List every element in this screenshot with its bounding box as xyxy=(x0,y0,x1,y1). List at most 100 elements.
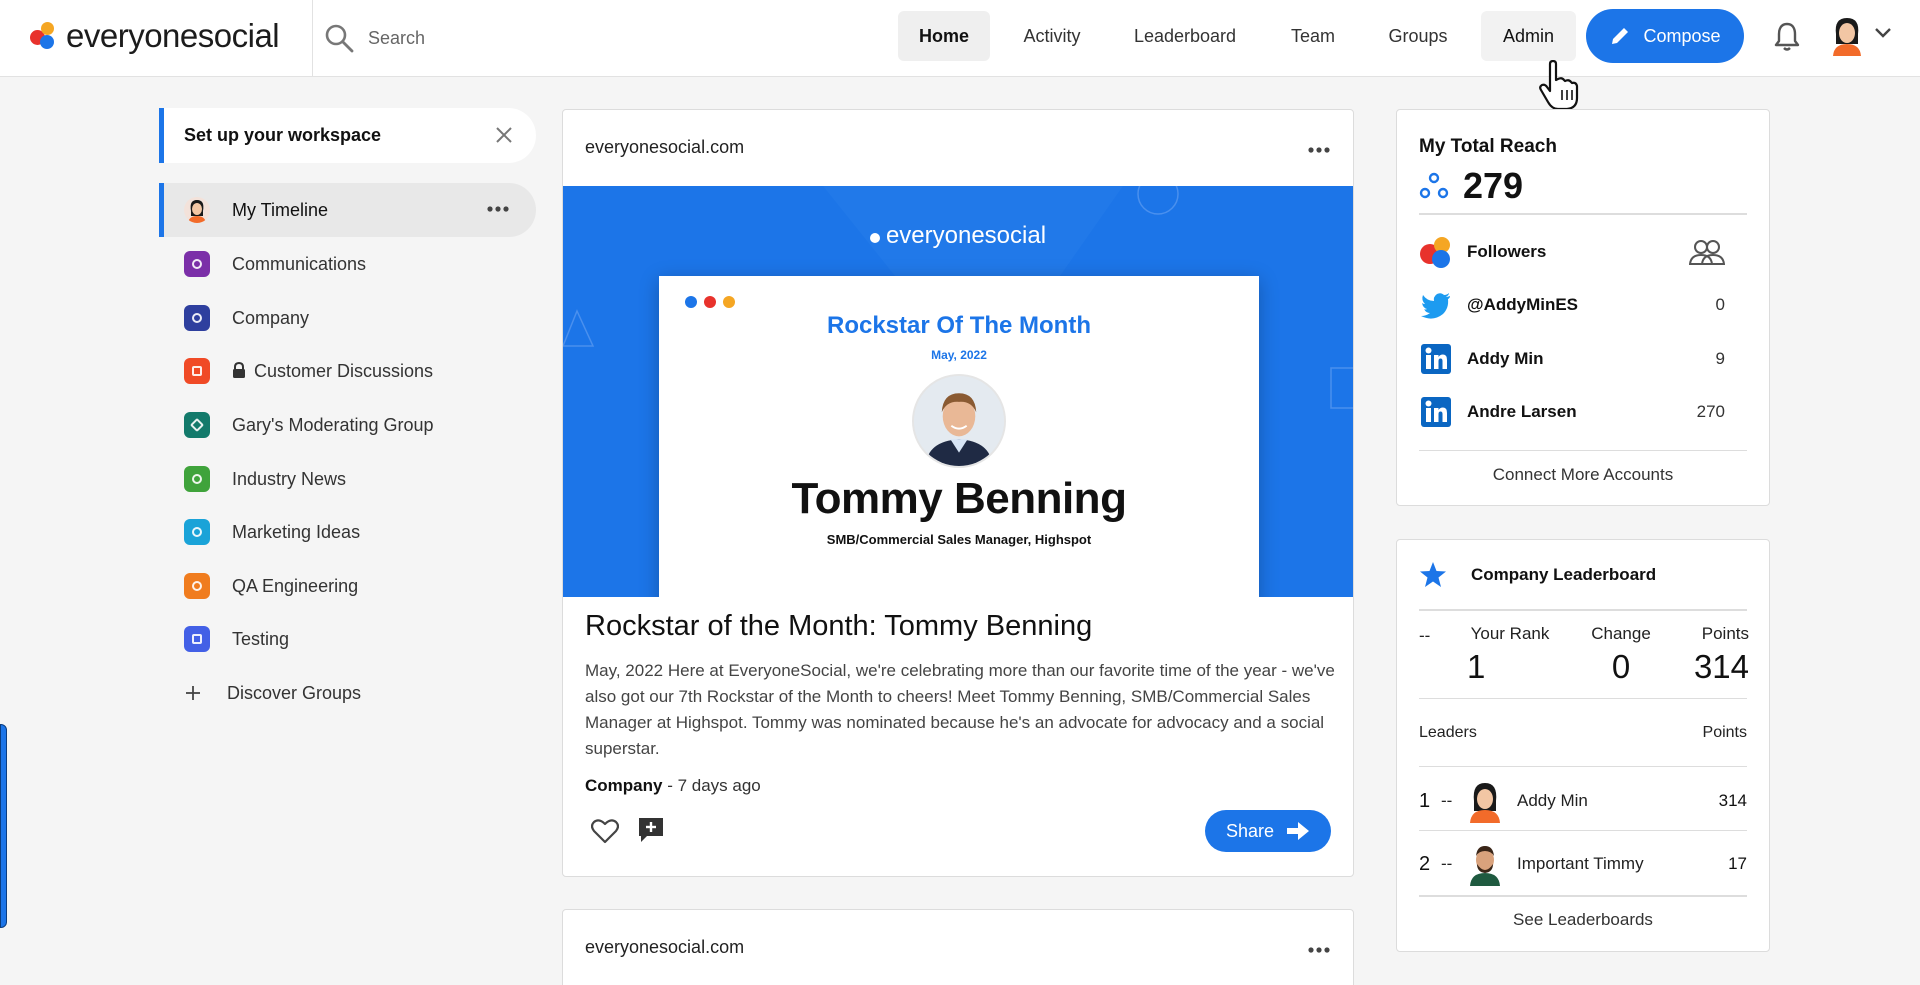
reach-title: My Total Reach xyxy=(1419,136,1557,157)
nav-leaderboard[interactable]: Leaderboard xyxy=(1118,11,1252,61)
sidebar-item-marketing-ideas[interactable]: Marketing Ideas xyxy=(159,505,536,559)
reach-total-value: 279 xyxy=(1463,165,1524,206)
leader-points: 314 xyxy=(1718,791,1747,810)
followers-row: Followers xyxy=(1419,232,1725,272)
your-rank-label: Your Rank xyxy=(1470,624,1550,643)
hero-date: May, 2022 xyxy=(931,348,987,362)
leader-points: 17 xyxy=(1728,854,1747,873)
leader-name: Addy Min xyxy=(1517,791,1588,810)
post-group-link[interactable]: Company xyxy=(585,776,662,795)
post-meta: Company - 7 days ago xyxy=(585,776,761,796)
company-group-icon xyxy=(184,305,210,331)
leader-change: -- xyxy=(1441,854,1453,873)
divider xyxy=(1419,766,1747,767)
industry-news-group-icon xyxy=(184,466,210,492)
account-row-linkedin[interactable]: Addy Min 9 xyxy=(1419,339,1725,379)
account-row-linkedin[interactable]: Andre Larsen 270 xyxy=(1419,392,1725,432)
compose-button[interactable]: Compose xyxy=(1586,9,1744,63)
nav-home[interactable]: Home xyxy=(898,11,990,61)
divider xyxy=(1419,213,1747,215)
post-title[interactable]: Rockstar of the Month: Tommy Benning xyxy=(585,610,1092,643)
share-button[interactable]: Share xyxy=(1205,810,1331,852)
sidebar-item-customer-discussions[interactable]: Customer Discussions xyxy=(159,344,536,398)
nav-team[interactable]: Team xyxy=(1270,11,1356,61)
network-reach-icon xyxy=(1419,172,1449,199)
user-avatar[interactable] xyxy=(1828,14,1866,56)
plus-icon xyxy=(186,686,200,700)
divider xyxy=(1419,609,1747,611)
sidebar-item-label: Testing xyxy=(232,628,290,649)
setup-workspace-label: Set up your workspace xyxy=(184,125,382,145)
hero-person-name: Tommy Benning xyxy=(791,474,1127,523)
sidebar-item-qa-engineering[interactable]: QA Engineering xyxy=(159,559,536,613)
change-label: Change xyxy=(1591,624,1651,643)
see-leaderboards-link[interactable]: See Leaderboards xyxy=(1397,910,1769,930)
sidebar-item-my-timeline[interactable]: My Timeline xyxy=(159,183,536,237)
everyonesocial-logo[interactable]: everyonesocial xyxy=(30,16,280,56)
change-value: 0 xyxy=(1611,648,1631,685)
search-box[interactable]: Search xyxy=(324,18,425,58)
pencil-icon xyxy=(1612,26,1630,44)
rank-change-indicator: -- xyxy=(1419,626,1431,645)
change-stat: Change 0 xyxy=(1581,624,1661,686)
post-age: - 7 days ago xyxy=(662,776,761,795)
leader-row[interactable]: 2 -- Important Timmy 17 xyxy=(1419,838,1747,890)
hero-logo: everyonesocial xyxy=(563,222,1353,250)
leaders-column-label: Leaders xyxy=(1419,724,1477,741)
post-body: May, 2022 Here at EveryoneSocial, we're … xyxy=(585,661,1335,758)
points-value: 314 xyxy=(1693,648,1749,685)
more-options-icon[interactable] xyxy=(486,201,510,217)
company-leaderboard-card: Company Leaderboard -- Your Rank 1 Chang… xyxy=(1396,539,1770,952)
compose-label: Compose xyxy=(1643,25,1721,46)
leader-name: Important Timmy xyxy=(1517,854,1644,873)
post-options-icon[interactable] xyxy=(1307,946,1331,954)
like-heart-icon[interactable] xyxy=(591,818,619,844)
post-options-icon[interactable] xyxy=(1307,146,1331,154)
sidebar-item-company[interactable]: Company xyxy=(159,291,536,345)
qa-engineering-group-icon xyxy=(184,573,210,599)
side-drawer-tab[interactable] xyxy=(0,724,7,928)
post-source-domain[interactable]: everyonesocial.com xyxy=(585,137,744,158)
sidebar-item-label: Industry News xyxy=(232,468,347,489)
sidebar-item-industry-news[interactable]: Industry News xyxy=(159,452,536,506)
sidebar-item-label: Customer Discussions xyxy=(254,360,434,381)
post-card: everyonesocial.com everyonesocial Rockst… xyxy=(562,109,1354,877)
sidebar-item-testing[interactable]: Testing xyxy=(159,612,536,666)
nav-groups[interactable]: Groups xyxy=(1374,11,1462,61)
hero-logo-text: everyonesocial xyxy=(885,222,1047,249)
comment-add-icon[interactable] xyxy=(637,816,665,844)
sidebar-item-communications[interactable]: Communications xyxy=(159,237,536,291)
hero-announcement-card: Rockstar Of The Month May, 2022 Tommy Be… xyxy=(659,276,1259,597)
leader-rank: 1 xyxy=(1419,789,1431,812)
account-count: 0 xyxy=(1715,295,1725,314)
hero-person-role: SMB/Commercial Sales Manager, Highspot xyxy=(826,532,1092,547)
sidebar-item-label: Company xyxy=(232,307,310,328)
nav-admin[interactable]: Admin xyxy=(1481,11,1576,61)
search-input[interactable]: Search xyxy=(368,28,425,49)
close-icon[interactable] xyxy=(494,125,514,145)
leader-row[interactable]: 1 -- Addy Min 314 xyxy=(1419,775,1747,827)
logo-mark-icon xyxy=(30,20,62,52)
divider xyxy=(1419,895,1747,897)
nav-activity[interactable]: Activity xyxy=(1006,11,1098,61)
sidebar-item-label-wrap: Customer Discussions xyxy=(232,361,433,382)
post-hero-image[interactable]: everyonesocial Rockstar Of The Month May… xyxy=(563,186,1353,597)
notifications-bell-icon[interactable] xyxy=(1772,20,1802,52)
account-handle: Andre Larsen xyxy=(1467,402,1577,421)
communications-group-icon xyxy=(184,251,210,277)
profile-photo xyxy=(912,374,1006,468)
followers-label: Followers xyxy=(1467,242,1547,261)
customer-discussions-group-icon xyxy=(184,358,210,384)
sidebar-item-garys-moderating-group[interactable]: Gary's Moderating Group xyxy=(159,398,536,452)
post-card: everyonesocial.com xyxy=(562,909,1354,985)
account-row-twitter[interactable]: @AddyMinES 0 xyxy=(1419,285,1725,325)
sidebar-item-label: Gary's Moderating Group xyxy=(232,414,434,435)
leaderboard-title: Company Leaderboard xyxy=(1471,565,1657,584)
followers-group-icon[interactable] xyxy=(1689,238,1725,266)
reach-total: 279 xyxy=(1419,164,1523,208)
marketing-ideas-group-icon xyxy=(184,519,210,545)
setup-workspace-banner[interactable]: Set up your workspace xyxy=(159,108,536,163)
chevron-down-icon[interactable] xyxy=(1874,26,1892,40)
post-source-domain[interactable]: everyonesocial.com xyxy=(585,937,744,958)
connect-more-accounts-link[interactable]: Connect More Accounts xyxy=(1397,465,1769,485)
